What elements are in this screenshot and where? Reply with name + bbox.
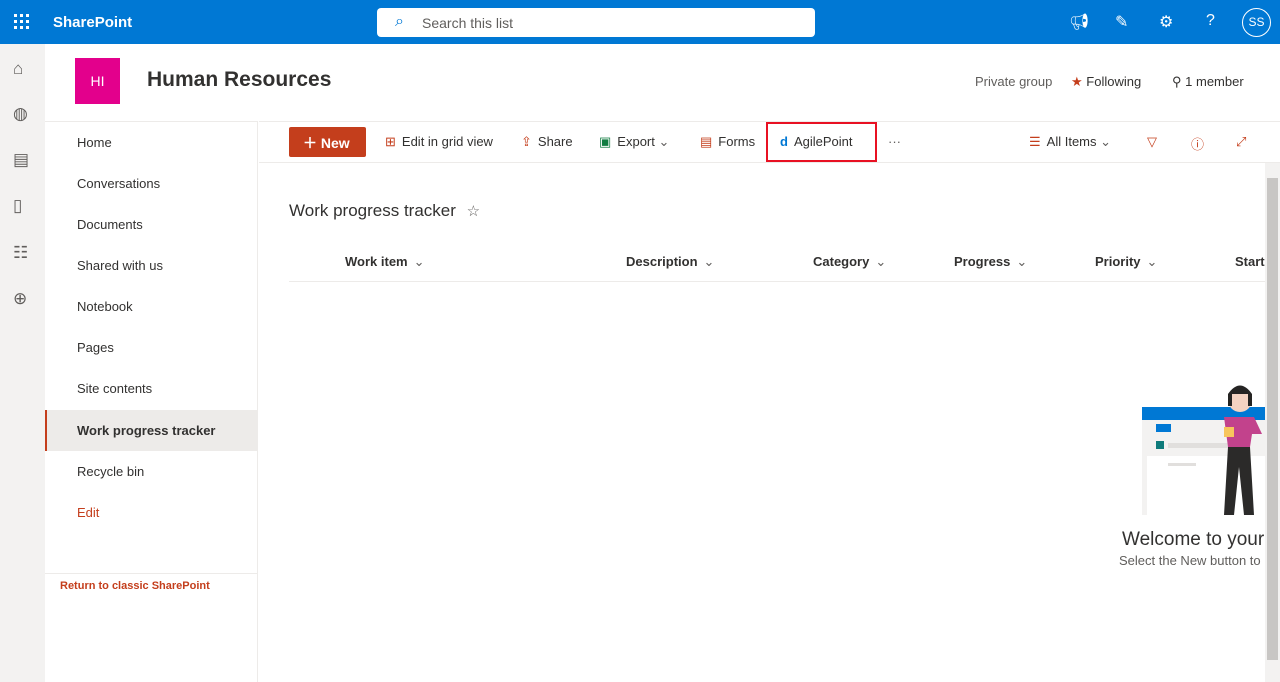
column-label: Work item	[345, 254, 408, 269]
nav-site-contents[interactable]: Site contents	[45, 368, 258, 409]
column-header-priority[interactable]: Priority ⌄	[1095, 254, 1157, 270]
share-icon: ⇪	[521, 134, 532, 149]
nav-documents[interactable]: Documents	[45, 204, 258, 245]
column-header-start[interactable]: Start	[1235, 254, 1265, 269]
chevron-down-icon: ⌄	[1016, 254, 1028, 269]
header-divider	[289, 281, 1265, 282]
new-button[interactable]: ＋ New	[289, 127, 366, 157]
share-button[interactable]: ⇪ Share	[521, 134, 573, 150]
nav-work-progress-tracker[interactable]: Work progress tracker	[45, 410, 258, 451]
members-button[interactable]: ⚲ 1 member	[1172, 74, 1244, 90]
more-button[interactable]: ···	[888, 134, 901, 149]
agilepoint-icon: d	[780, 134, 788, 149]
members-label: 1 member	[1185, 74, 1244, 89]
list-title: Work progress tracker ☆	[289, 201, 480, 221]
avatar[interactable]: SS	[1242, 8, 1271, 37]
nav-pages[interactable]: Pages	[45, 327, 258, 368]
following-label: Following	[1086, 74, 1142, 89]
excel-icon: ▣	[599, 134, 612, 149]
globe-icon[interactable]: ◍	[13, 104, 28, 124]
site-title[interactable]: Human Resources	[147, 68, 331, 92]
help-icon[interactable]: ?	[1206, 12, 1215, 30]
plus-icon: ＋	[303, 135, 317, 151]
search-placeholder: Search this list	[422, 15, 514, 31]
empty-state-subtitle: Select the New button to	[1119, 553, 1261, 568]
return-classic-link[interactable]: Return to classic SharePoint	[60, 580, 210, 592]
chevron-down-icon: ⌄	[413, 254, 425, 269]
edit-grid-button[interactable]: ⊞ Edit in grid view	[385, 134, 493, 150]
nav-edit[interactable]: Edit	[45, 492, 258, 533]
star-icon: ★	[1071, 74, 1083, 89]
site-logo: HI	[75, 58, 120, 104]
document-icon[interactable]: ▯	[13, 196, 22, 216]
privacy-label: Private group	[975, 74, 1053, 89]
column-header-description[interactable]: Description ⌄	[626, 254, 714, 270]
forms-label: Forms	[718, 134, 756, 149]
chevron-down-icon: ⌄	[1100, 134, 1112, 149]
scrollbar-thumb[interactable]	[1267, 178, 1278, 660]
export-button[interactable]: ▣ Export ⌄	[599, 134, 669, 150]
new-label: New	[320, 135, 350, 151]
column-label: Progress	[954, 254, 1011, 269]
list-icon: ☰	[1029, 134, 1041, 149]
search-icon: ⌕	[395, 13, 404, 30]
agilepoint-label: AgilePoint	[793, 134, 853, 149]
app-name[interactable]: SharePoint	[53, 14, 132, 31]
app-launcher-icon[interactable]	[14, 14, 30, 30]
chevron-down-icon: ⌄	[875, 254, 887, 269]
vertical-scrollbar[interactable]	[1265, 163, 1280, 682]
gear-icon[interactable]: ⚙	[1159, 12, 1173, 32]
column-label: Start	[1235, 254, 1265, 269]
home-icon[interactable]: ⌂	[13, 59, 23, 79]
agilepoint-button[interactable]: d AgilePoint	[780, 134, 853, 149]
column-label: Description	[626, 254, 698, 269]
chevron-down-icon: ⌄	[703, 254, 715, 269]
column-header-category[interactable]: Category ⌄	[813, 254, 886, 270]
divider	[45, 573, 258, 574]
nav-conversations[interactable]: Conversations	[45, 163, 258, 204]
view-label: All Items	[1046, 134, 1097, 149]
filter-icon[interactable]: ▽	[1147, 134, 1157, 150]
forms-button[interactable]: ▤ Forms	[700, 134, 755, 150]
search-input[interactable]: ⌕ Search this list	[377, 8, 815, 37]
feedback-icon[interactable]: ✎	[1115, 12, 1128, 32]
left-nav: Home Conversations Documents Shared with…	[45, 121, 258, 682]
export-label: Export	[617, 134, 655, 149]
person-icon: ⚲	[1172, 74, 1182, 89]
column-header-progress[interactable]: Progress ⌄	[954, 254, 1027, 270]
column-header-work-item[interactable]: Work item ⌄	[345, 254, 425, 270]
following-button[interactable]: ★ Following	[1071, 74, 1141, 90]
nav-shared[interactable]: Shared with us	[45, 245, 258, 286]
chevron-down-icon: ⌄	[658, 134, 670, 149]
forms-icon: ▤	[700, 134, 713, 149]
news-icon[interactable]: ▤	[13, 150, 29, 170]
view-selector[interactable]: ☰ All Items ⌄	[1029, 134, 1111, 150]
column-label: Priority	[1095, 254, 1141, 269]
app-rail: ⌂ ◍ ▤ ▯ ☷ ⊕	[0, 44, 45, 682]
lists-icon[interactable]: ☷	[13, 243, 28, 263]
nav-recycle-bin[interactable]: Recycle bin	[45, 451, 258, 492]
nav-home[interactable]: Home	[45, 122, 258, 163]
empty-state-illustration	[1142, 385, 1265, 515]
grid-icon: ⊞	[385, 134, 396, 149]
megaphone-icon[interactable]: 📢︎	[1069, 12, 1089, 32]
list-title-text: Work progress tracker	[289, 201, 456, 220]
favorite-star-icon[interactable]: ☆	[467, 203, 480, 220]
empty-state-title: Welcome to your	[1122, 529, 1265, 550]
column-label: Category	[813, 254, 870, 269]
top-bar: SharePoint ⌕ Search this list 📢︎ ✎ ⚙ ? SS	[0, 0, 1280, 44]
create-icon[interactable]: ⊕	[13, 289, 27, 309]
nav-notebook[interactable]: Notebook	[45, 286, 258, 327]
grid-label: Edit in grid view	[401, 134, 493, 149]
info-icon[interactable]: ⓘ	[1191, 134, 1204, 153]
expand-icon[interactable]: ⤢	[1236, 134, 1246, 150]
chevron-down-icon: ⌄	[1146, 254, 1158, 269]
share-label: Share	[537, 134, 573, 149]
command-bar: ＋ New ⊞ Edit in grid view ⇪ Share ▣ Export …	[259, 121, 1280, 163]
